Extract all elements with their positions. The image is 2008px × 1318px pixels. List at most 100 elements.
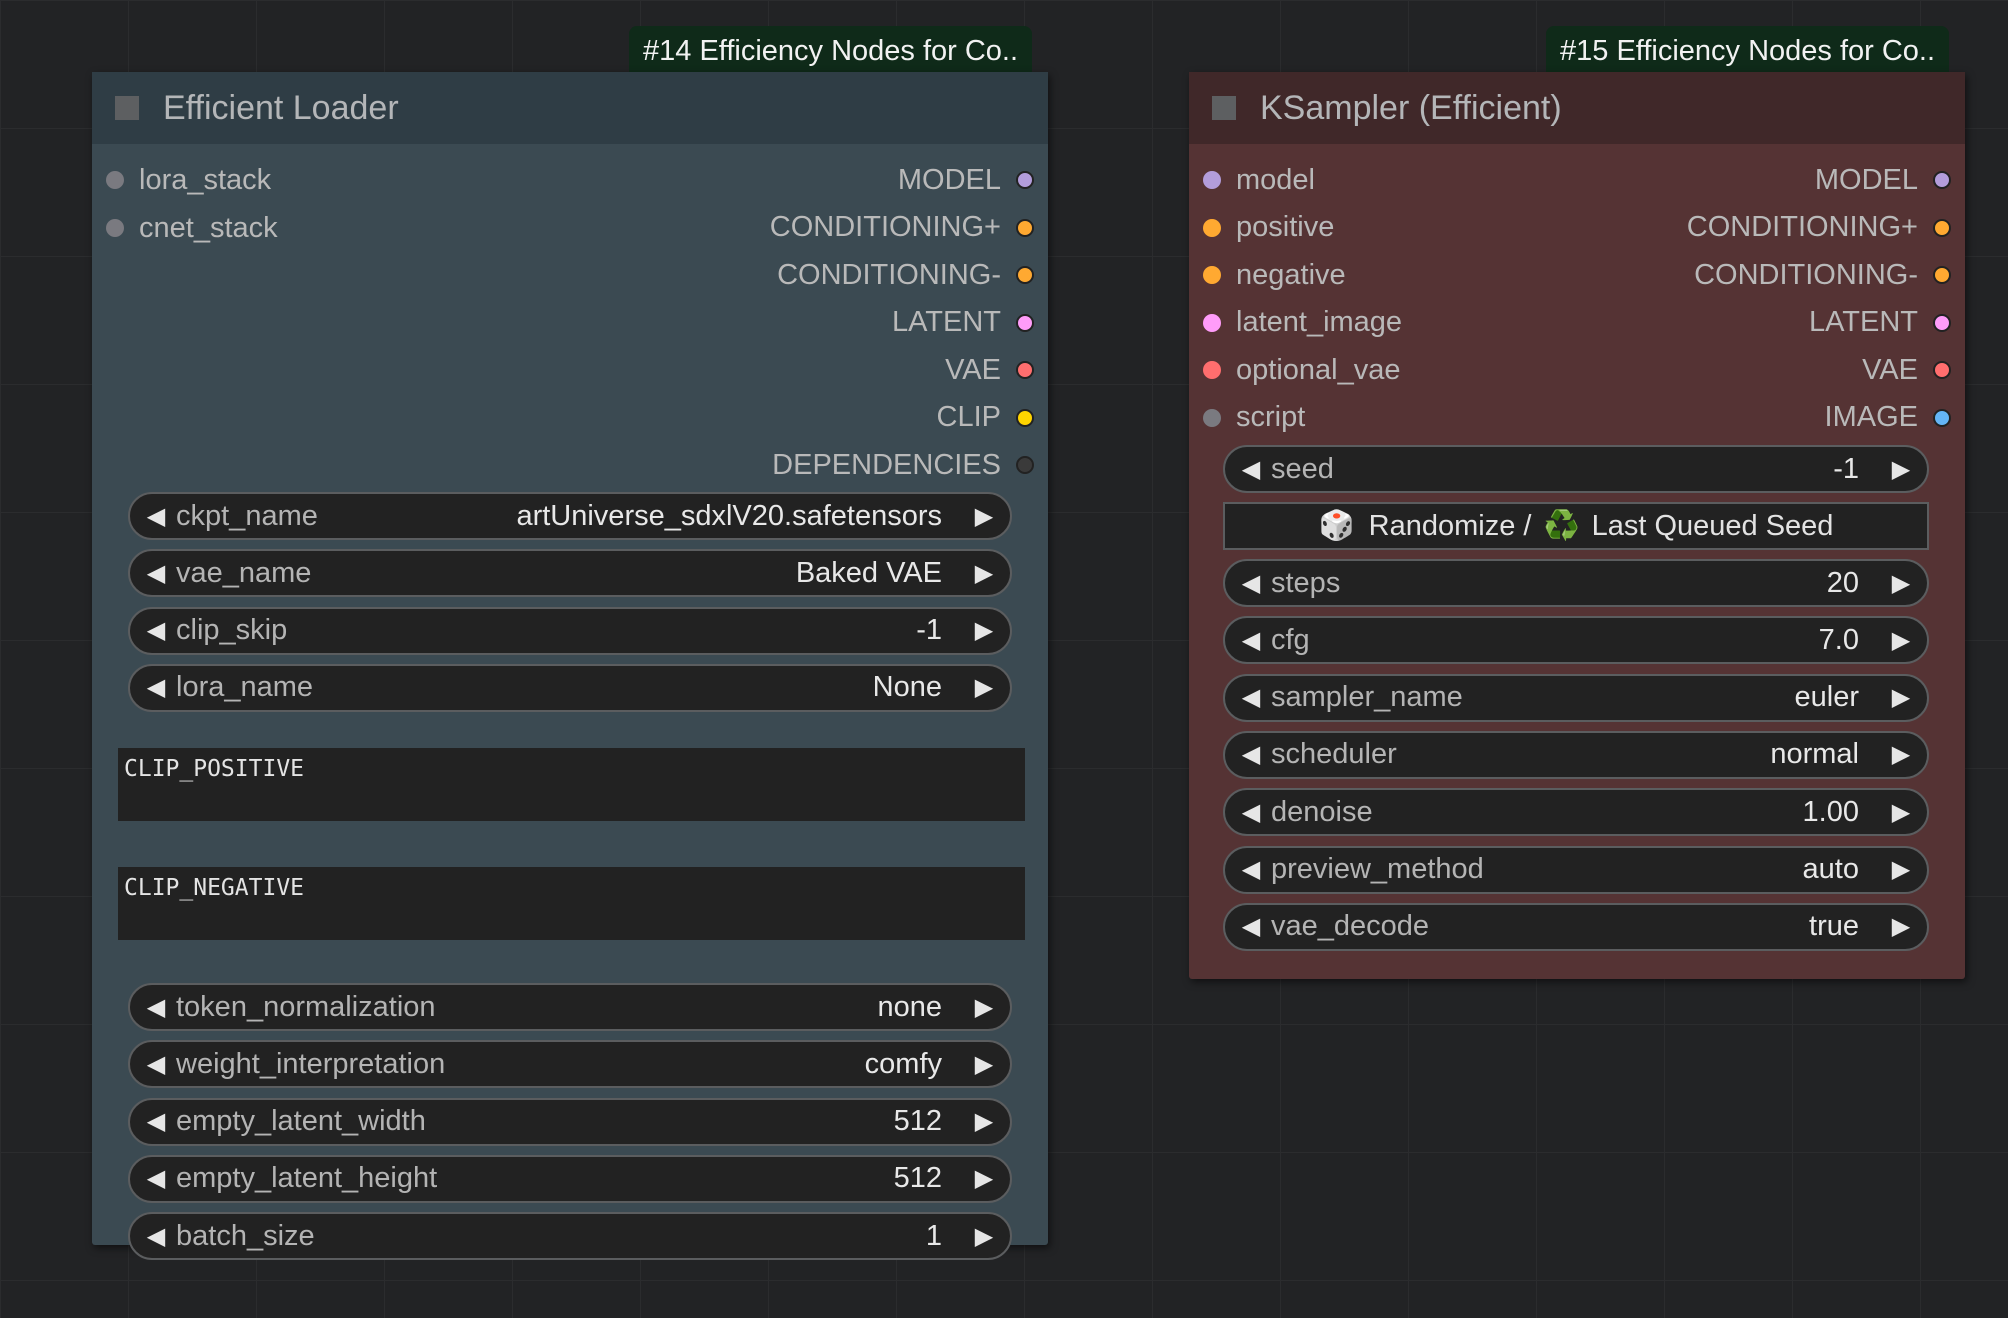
output-connector-dot-icon[interactable]: [1933, 313, 1951, 332]
increment-arrow-icon[interactable]: ▶: [1889, 683, 1913, 712]
widget-preview-method[interactable]: ◀ preview_method auto ▶: [1223, 845, 1929, 894]
input-connector-dot-icon[interactable]: [1203, 171, 1221, 189]
increment-arrow-icon[interactable]: ▶: [1889, 455, 1913, 484]
input-slot[interactable]: latent_image: [1203, 303, 1402, 343]
ksampler-node-titlebar[interactable]: KSampler (Efficient): [1189, 72, 1965, 144]
decrement-arrow-icon[interactable]: ◀: [1239, 855, 1263, 884]
widget-vae-name[interactable]: ◀ vae_name Baked VAE ▶: [128, 549, 1012, 598]
decrement-arrow-icon[interactable]: ◀: [144, 993, 168, 1022]
output-slot[interactable]: DEPENDENCIES: [772, 445, 1034, 485]
output-slot[interactable]: CONDITIONING-: [1694, 255, 1951, 295]
clip-positive-textarea[interactable]: CLIP_POSITIVE: [118, 748, 1025, 821]
increment-arrow-icon[interactable]: ▶: [972, 673, 996, 702]
output-slot[interactable]: CONDITIONING+: [770, 208, 1034, 248]
input-connector-dot-icon[interactable]: [106, 219, 124, 237]
output-connector-dot-icon[interactable]: [1016, 218, 1034, 237]
decrement-arrow-icon[interactable]: ◀: [1239, 798, 1263, 827]
output-slot[interactable]: LATENT: [892, 303, 1034, 343]
widget-batch-size[interactable]: ◀ batch_size 1 ▶: [128, 1212, 1012, 1261]
output-slot[interactable]: LATENT: [1809, 303, 1951, 343]
input-connector-dot-icon[interactable]: [106, 171, 124, 189]
decrement-arrow-icon[interactable]: ◀: [1239, 683, 1263, 712]
widget-empty-latent-width[interactable]: ◀ empty_latent_width 512 ▶: [128, 1097, 1012, 1146]
decrement-arrow-icon[interactable]: ◀: [144, 1164, 168, 1193]
widget-seed[interactable]: ◀ seed -1 ▶: [1223, 445, 1929, 493]
decrement-arrow-icon[interactable]: ◀: [1239, 912, 1263, 941]
input-connector-dot-icon[interactable]: [1203, 408, 1221, 427]
widget-denoise[interactable]: ◀ denoise 1.00 ▶: [1223, 788, 1929, 837]
widget-ckpt-name[interactable]: ◀ ckpt_name artUniverse_sdxlV20.safetensor…: [128, 492, 1012, 540]
output-slot[interactable]: VAE: [945, 350, 1034, 390]
output-slot[interactable]: MODEL: [898, 160, 1034, 200]
decrement-arrow-icon[interactable]: ◀: [1239, 569, 1263, 598]
increment-arrow-icon[interactable]: ▶: [1889, 912, 1913, 941]
increment-arrow-icon[interactable]: ▶: [1889, 855, 1913, 884]
decrement-arrow-icon[interactable]: ◀: [144, 502, 168, 531]
input-slot[interactable]: script: [1203, 398, 1305, 438]
output-slot[interactable]: CONDITIONING-: [777, 255, 1034, 295]
decrement-arrow-icon[interactable]: ◀: [144, 616, 168, 645]
widget-steps[interactable]: ◀ steps 20 ▶: [1223, 559, 1929, 607]
output-slot[interactable]: MODEL: [1815, 160, 1951, 200]
output-connector-dot-icon[interactable]: [1933, 361, 1951, 379]
output-connector-dot-icon[interactable]: [1016, 456, 1034, 474]
increment-arrow-icon[interactable]: ▶: [972, 616, 996, 645]
widget-cfg[interactable]: ◀ cfg 7.0 ▶: [1223, 616, 1929, 665]
increment-arrow-icon[interactable]: ▶: [972, 1050, 996, 1079]
decrement-arrow-icon[interactable]: ◀: [144, 673, 168, 702]
increment-arrow-icon[interactable]: ▶: [972, 502, 996, 531]
output-slot[interactable]: CONDITIONING+: [1687, 208, 1951, 248]
widget-lora-name[interactable]: ◀ lora_name None ▶: [128, 663, 1012, 712]
widget-empty-latent-height[interactable]: ◀ empty_latent_height 512 ▶: [128, 1154, 1012, 1203]
decrement-arrow-icon[interactable]: ◀: [144, 559, 168, 588]
collapse-toggle-icon[interactable]: [115, 96, 139, 120]
decrement-arrow-icon[interactable]: ◀: [1239, 740, 1263, 769]
output-connector-dot-icon[interactable]: [1016, 266, 1034, 284]
input-connector-dot-icon[interactable]: [1203, 313, 1221, 332]
increment-arrow-icon[interactable]: ▶: [1889, 569, 1913, 598]
input-slot[interactable]: negative: [1203, 255, 1346, 295]
output-connector-dot-icon[interactable]: [1933, 408, 1951, 427]
output-slot[interactable]: CLIP: [937, 398, 1034, 438]
widget-vae-decode[interactable]: ◀ vae_decode true ▶: [1223, 902, 1929, 951]
output-connector-dot-icon[interactable]: [1016, 361, 1034, 379]
increment-arrow-icon[interactable]: ▶: [972, 1164, 996, 1193]
output-connector-dot-icon[interactable]: [1016, 408, 1034, 427]
decrement-arrow-icon[interactable]: ◀: [1239, 455, 1263, 484]
input-connector-dot-icon[interactable]: [1203, 361, 1221, 379]
input-connector-dot-icon[interactable]: [1203, 218, 1221, 237]
loader-node-titlebar[interactable]: Efficient Loader: [92, 72, 1048, 144]
randomize-last-queued-seed-button[interactable]: 🎲 Randomize / ♻️ Last Queued Seed: [1223, 502, 1929, 550]
output-slot[interactable]: VAE: [1862, 350, 1951, 390]
increment-arrow-icon[interactable]: ▶: [1889, 798, 1913, 827]
increment-arrow-icon[interactable]: ▶: [972, 559, 996, 588]
widget-scheduler[interactable]: ◀ scheduler normal ▶: [1223, 730, 1929, 779]
input-slot[interactable]: cnet_stack: [106, 208, 278, 248]
decrement-arrow-icon[interactable]: ◀: [144, 1107, 168, 1136]
output-connector-dot-icon[interactable]: [1933, 266, 1951, 284]
widget-sampler-name[interactable]: ◀ sampler_name euler ▶: [1223, 673, 1929, 722]
decrement-arrow-icon[interactable]: ◀: [144, 1050, 168, 1079]
efficient-loader-node[interactable]: Efficient Loader lora_stack cnet_stack MO…: [92, 72, 1048, 1261]
clip-negative-textarea[interactable]: CLIP_NEGATIVE: [118, 867, 1025, 940]
input-slot[interactable]: optional_vae: [1203, 350, 1400, 390]
increment-arrow-icon[interactable]: ▶: [972, 1107, 996, 1136]
decrement-arrow-icon[interactable]: ◀: [144, 1222, 168, 1251]
input-slot[interactable]: positive: [1203, 208, 1334, 248]
increment-arrow-icon[interactable]: ▶: [1889, 626, 1913, 655]
output-connector-dot-icon[interactable]: [1933, 171, 1951, 189]
widget-clip-skip[interactable]: ◀ clip_skip -1 ▶: [128, 606, 1012, 655]
output-connector-dot-icon[interactable]: [1016, 313, 1034, 332]
output-connector-dot-icon[interactable]: [1933, 218, 1951, 237]
increment-arrow-icon[interactable]: ▶: [1889, 740, 1913, 769]
input-slot[interactable]: model: [1203, 160, 1315, 200]
ksampler-efficient-node[interactable]: KSampler (Efficient) model positive negati…: [1189, 72, 1965, 979]
widget-token-normalization[interactable]: ◀ token_normalization none ▶: [128, 983, 1012, 1031]
widget-weight-interpretation[interactable]: ◀ weight_interpretation comfy ▶: [128, 1040, 1012, 1089]
input-slot[interactable]: lora_stack: [106, 160, 271, 200]
output-slot[interactable]: IMAGE: [1825, 398, 1951, 438]
collapse-toggle-icon[interactable]: [1212, 96, 1236, 120]
increment-arrow-icon[interactable]: ▶: [972, 1222, 996, 1251]
increment-arrow-icon[interactable]: ▶: [972, 993, 996, 1022]
output-connector-dot-icon[interactable]: [1016, 171, 1034, 189]
